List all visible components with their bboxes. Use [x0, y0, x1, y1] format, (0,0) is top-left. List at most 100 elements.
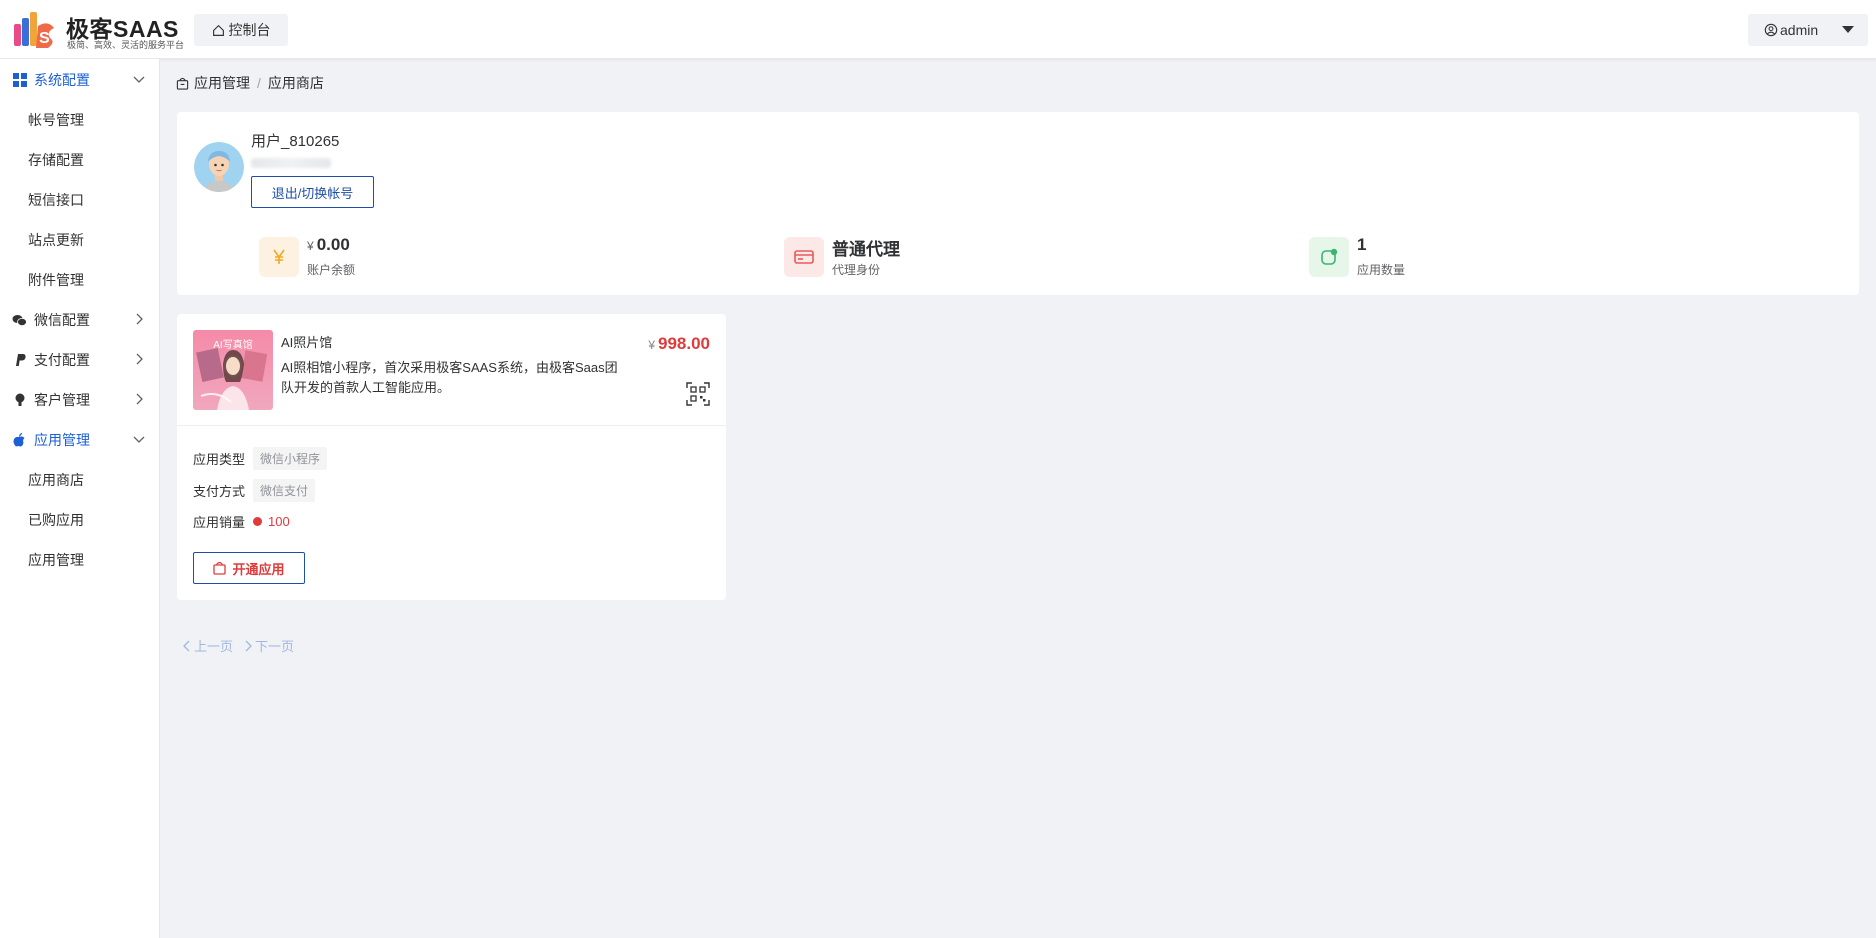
username: 用户_810265 — [251, 133, 340, 150]
agent-value: 普通代理 — [832, 240, 900, 259]
app-card: AI写真馆 AI照片馆 AI照相馆小程序，首次采用极客SAAS系统，由极客Saa… — [177, 314, 726, 600]
caret-down-icon — [1842, 26, 1854, 33]
sidebar-item-app-store[interactable]: 应用商店 — [0, 460, 160, 500]
masked-account-info — [251, 158, 331, 168]
user-circle-icon — [1764, 23, 1778, 37]
console-button[interactable]: 控制台 — [194, 14, 288, 46]
sidebar-item-account[interactable]: 帐号管理 — [0, 100, 160, 140]
sidebar-item-label: 附件管理 — [28, 272, 84, 288]
sidebar-item-purchased-apps[interactable]: 已购应用 — [0, 500, 160, 540]
svg-text:S: S — [39, 30, 50, 47]
card-icon — [784, 237, 824, 277]
chevron-left-icon — [183, 640, 190, 651]
stat-label: 账户余额 — [307, 263, 356, 277]
avatar — [194, 142, 244, 192]
switch-account-button[interactable]: 退出/切换帐号 — [251, 176, 374, 208]
sidebar-group-label: 微信配置 — [34, 312, 90, 328]
profile-card: 用户_810265 退出/切换帐号 ¥0.00 账户余额 普通代理 代理身份 1… — [177, 112, 1859, 295]
chevron-down-icon — [133, 436, 145, 443]
bag-icon — [176, 77, 189, 90]
sidebar-item-label: 短信接口 — [28, 192, 84, 208]
sidebar-group-wechat[interactable]: 微信配置 — [0, 300, 160, 340]
sidebar-item-attachments[interactable]: 附件管理 — [0, 260, 160, 300]
top-header: S 极客SAAS 极简、高效、灵活的服务平台 控制台 admin — [0, 0, 1876, 59]
chevron-right-icon — [136, 313, 143, 325]
app-price: ¥998.00 — [648, 334, 710, 354]
grid-icon — [12, 73, 27, 88]
sidebar-item-sms[interactable]: 短信接口 — [0, 180, 160, 220]
open-app-label: 开通应用 — [232, 561, 285, 577]
chevron-down-icon — [133, 76, 145, 83]
logo-subtitle: 极简、高效、灵活的服务平台 — [67, 40, 185, 50]
sidebar-item-app-management[interactable]: 应用管理 — [0, 540, 160, 580]
meta-label: 应用类型 — [193, 451, 246, 467]
console-label: 控制台 — [228, 22, 271, 38]
wechat-icon — [12, 313, 27, 328]
apple-icon — [12, 433, 27, 448]
breadcrumb: 应用管理 / 应用商店 — [176, 74, 324, 92]
price-value: 998.00 — [658, 334, 710, 353]
stat-label: 代理身份 — [832, 263, 881, 277]
app-name[interactable]: AI照片馆 — [281, 332, 332, 351]
sales-value: 100 — [268, 513, 290, 529]
sidebar-item-label: 应用商店 — [28, 472, 84, 488]
sidebar-item-label: 存储配置 — [28, 152, 84, 168]
user-menu-button[interactable]: admin — [1748, 14, 1868, 46]
chevron-right-icon — [245, 640, 252, 651]
sidebar: 系统配置 帐号管理 存储配置 短信接口 站点更新 附件管理 微信配置 支付配置 … — [0, 59, 160, 938]
sidebar-item-site-update[interactable]: 站点更新 — [0, 220, 160, 260]
breadcrumb-current: 应用商店 — [267, 75, 324, 91]
sidebar-item-label: 已购应用 — [28, 512, 84, 528]
sidebar-group-payment[interactable]: 支付配置 — [0, 340, 160, 380]
yuan-icon — [259, 237, 299, 277]
prev-page-button[interactable]: 上一页 — [182, 636, 233, 655]
qrcode-icon[interactable] — [686, 382, 710, 406]
app-thumbnail[interactable]: AI写真馆 — [193, 330, 273, 410]
prev-page-label: 上一页 — [194, 639, 234, 654]
app-description: AI照相馆小程序，首次采用极客SAAS系统，由极客Saas团队开发的首款人工智能… — [281, 360, 618, 395]
balance-value: 0.00 — [316, 235, 350, 254]
stat-agent: 普通代理 代理身份 — [784, 235, 984, 281]
sidebar-item-label: 帐号管理 — [28, 112, 84, 128]
logo-icon: S — [14, 12, 54, 48]
sidebar-group-apps[interactable]: 应用管理 — [0, 420, 160, 460]
sidebar-group-customers[interactable]: 客户管理 — [0, 380, 160, 420]
sidebar-group-label: 支付配置 — [34, 352, 90, 368]
breadcrumb-separator: / — [257, 75, 261, 91]
logo[interactable]: S 极客SAAS 极简、高效、灵活的服务平台 — [12, 10, 185, 50]
app-type-row: 应用类型 微信小程序 — [193, 446, 328, 470]
open-app-button[interactable]: 开通应用 — [193, 552, 305, 584]
sidebar-item-label: 应用管理 — [28, 552, 84, 568]
app-type-tag: 微信小程序 — [253, 446, 328, 470]
shopping-bag-icon — [213, 561, 227, 575]
sidebar-group-system[interactable]: 系统配置 — [0, 60, 160, 100]
stat-app-count: 1 应用数量 — [1309, 235, 1509, 281]
payment-method-tag: 微信支付 — [253, 478, 316, 502]
stat-label: 应用数量 — [1357, 263, 1406, 277]
sales-dot — [253, 516, 263, 526]
paypal-icon — [12, 353, 27, 368]
app-thumbnail-text: AI写真馆 — [213, 340, 253, 351]
user-pin-icon — [12, 393, 27, 408]
next-page-button[interactable]: 下一页 — [243, 636, 294, 655]
breadcrumb-root[interactable]: 应用管理 — [194, 73, 250, 93]
sales-row: 应用销量 100 — [193, 509, 290, 533]
stat-balance: ¥0.00 账户余额 — [259, 235, 459, 281]
meta-label: 应用销量 — [193, 514, 246, 530]
app-count-icon — [1309, 237, 1349, 277]
sidebar-group-label: 客户管理 — [34, 392, 90, 408]
app-count-value: 1 — [1357, 235, 1367, 254]
chevron-right-icon — [136, 393, 143, 405]
home-icon — [212, 24, 224, 36]
sidebar-item-storage[interactable]: 存储配置 — [0, 140, 160, 180]
user-name: admin — [1780, 22, 1819, 38]
chevron-right-icon — [136, 353, 143, 365]
stat-value: ¥0.00 — [307, 235, 350, 255]
meta-label: 支付方式 — [193, 483, 246, 499]
sidebar-item-label: 站点更新 — [28, 232, 84, 248]
currency-symbol: ¥ — [307, 239, 314, 253]
sidebar-group-label: 应用管理 — [34, 432, 90, 448]
payment-method-row: 支付方式 微信支付 — [193, 478, 316, 502]
sidebar-group-label: 系统配置 — [34, 72, 90, 88]
next-page-label: 下一页 — [255, 639, 295, 654]
